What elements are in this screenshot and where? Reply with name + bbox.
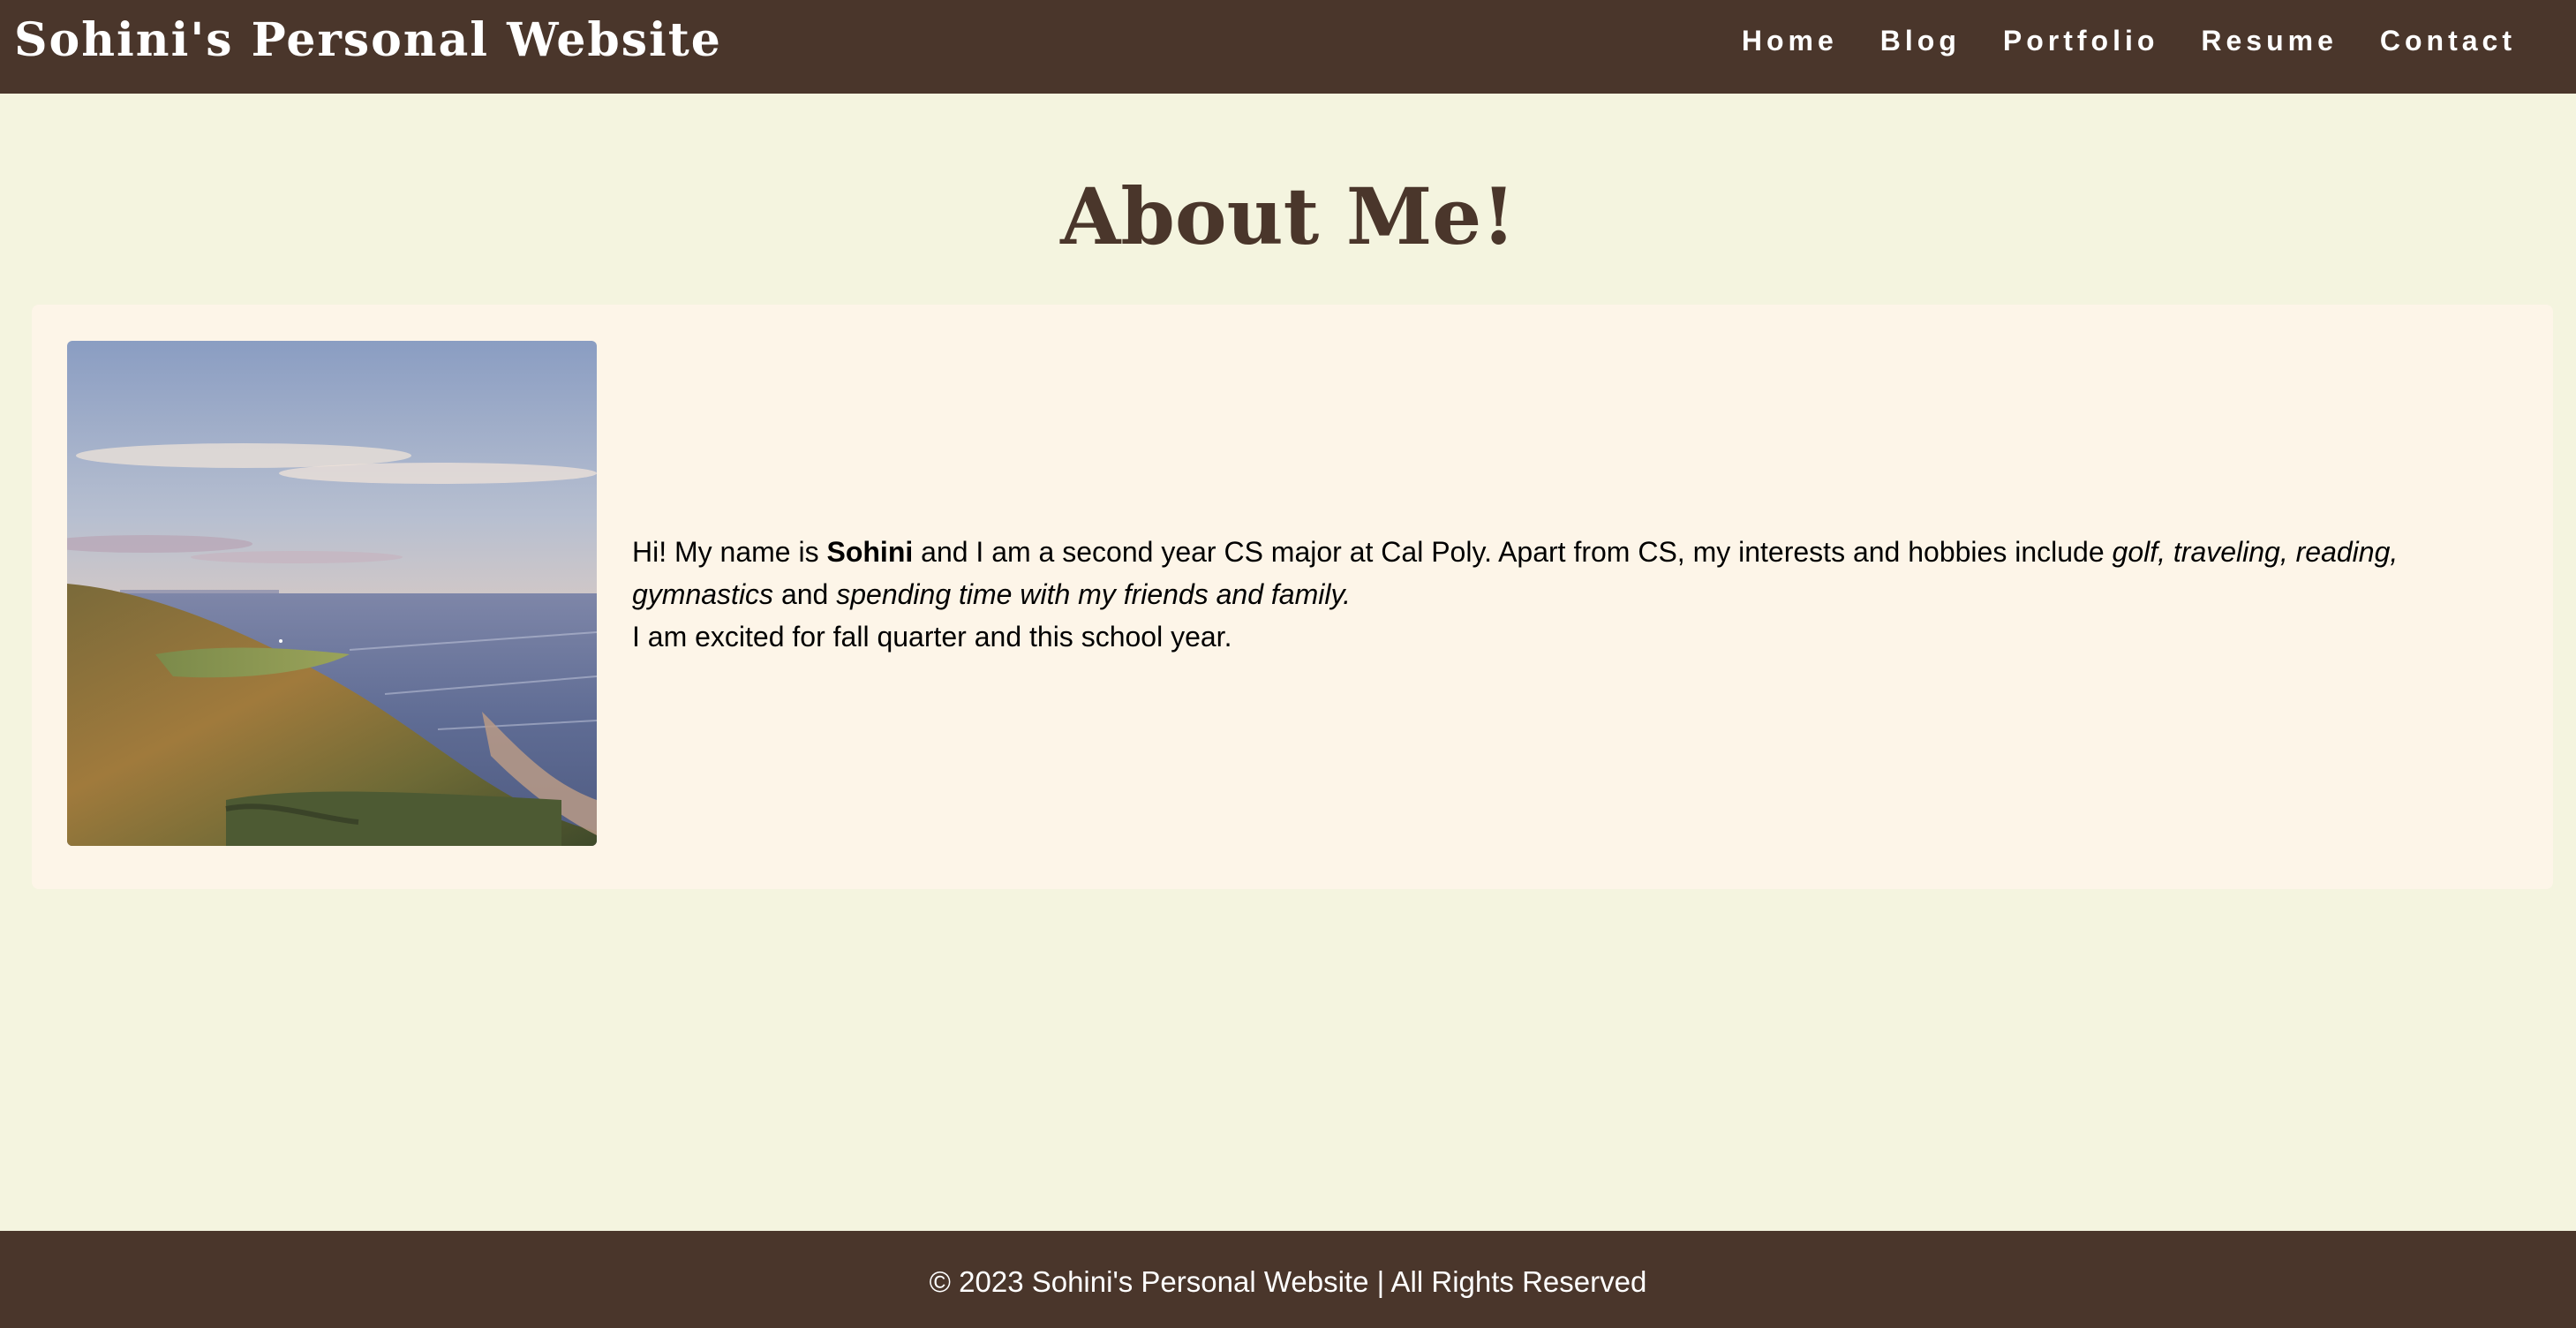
nav-home[interactable]: Home	[1742, 25, 1838, 57]
copyright-text: © 2023 Sohini's Personal Website | All R…	[929, 1265, 1647, 1298]
intro-after-name: and I am a second year CS major at Cal P…	[913, 536, 2113, 568]
site-header: Sohini's Personal Website Home Blog Port…	[0, 0, 2576, 94]
about-text: Hi! My name is Sohini and I am a second …	[632, 531, 2468, 658]
nav-blog[interactable]: Blog	[1880, 25, 1961, 57]
about-intro: Hi! My name is Sohini and I am a second …	[632, 531, 2468, 615]
nav-portfolio[interactable]: Portfolio	[2003, 25, 2159, 57]
main-nav: Home Blog Portfolio Resume Contact	[1742, 21, 2516, 60]
intro-greeting: Hi! My name is	[632, 536, 827, 568]
intro-name: Sohini	[826, 536, 914, 568]
about-line-2: I am excited for fall quarter and this s…	[632, 621, 1232, 653]
page-title: About Me!	[1060, 170, 1516, 262]
site-footer: © 2023 Sohini's Personal Website | All R…	[0, 1231, 2576, 1328]
intro-hobby-last: spending time with my friends and family…	[836, 578, 1351, 610]
intro-connector: and	[773, 578, 837, 610]
profile-photo	[67, 341, 597, 846]
nav-resume[interactable]: Resume	[2201, 25, 2338, 57]
about-card: Hi! My name is Sohini and I am a second …	[32, 305, 2553, 889]
nav-contact[interactable]: Contact	[2380, 25, 2516, 57]
site-title[interactable]: Sohini's Personal Website	[14, 12, 722, 69]
